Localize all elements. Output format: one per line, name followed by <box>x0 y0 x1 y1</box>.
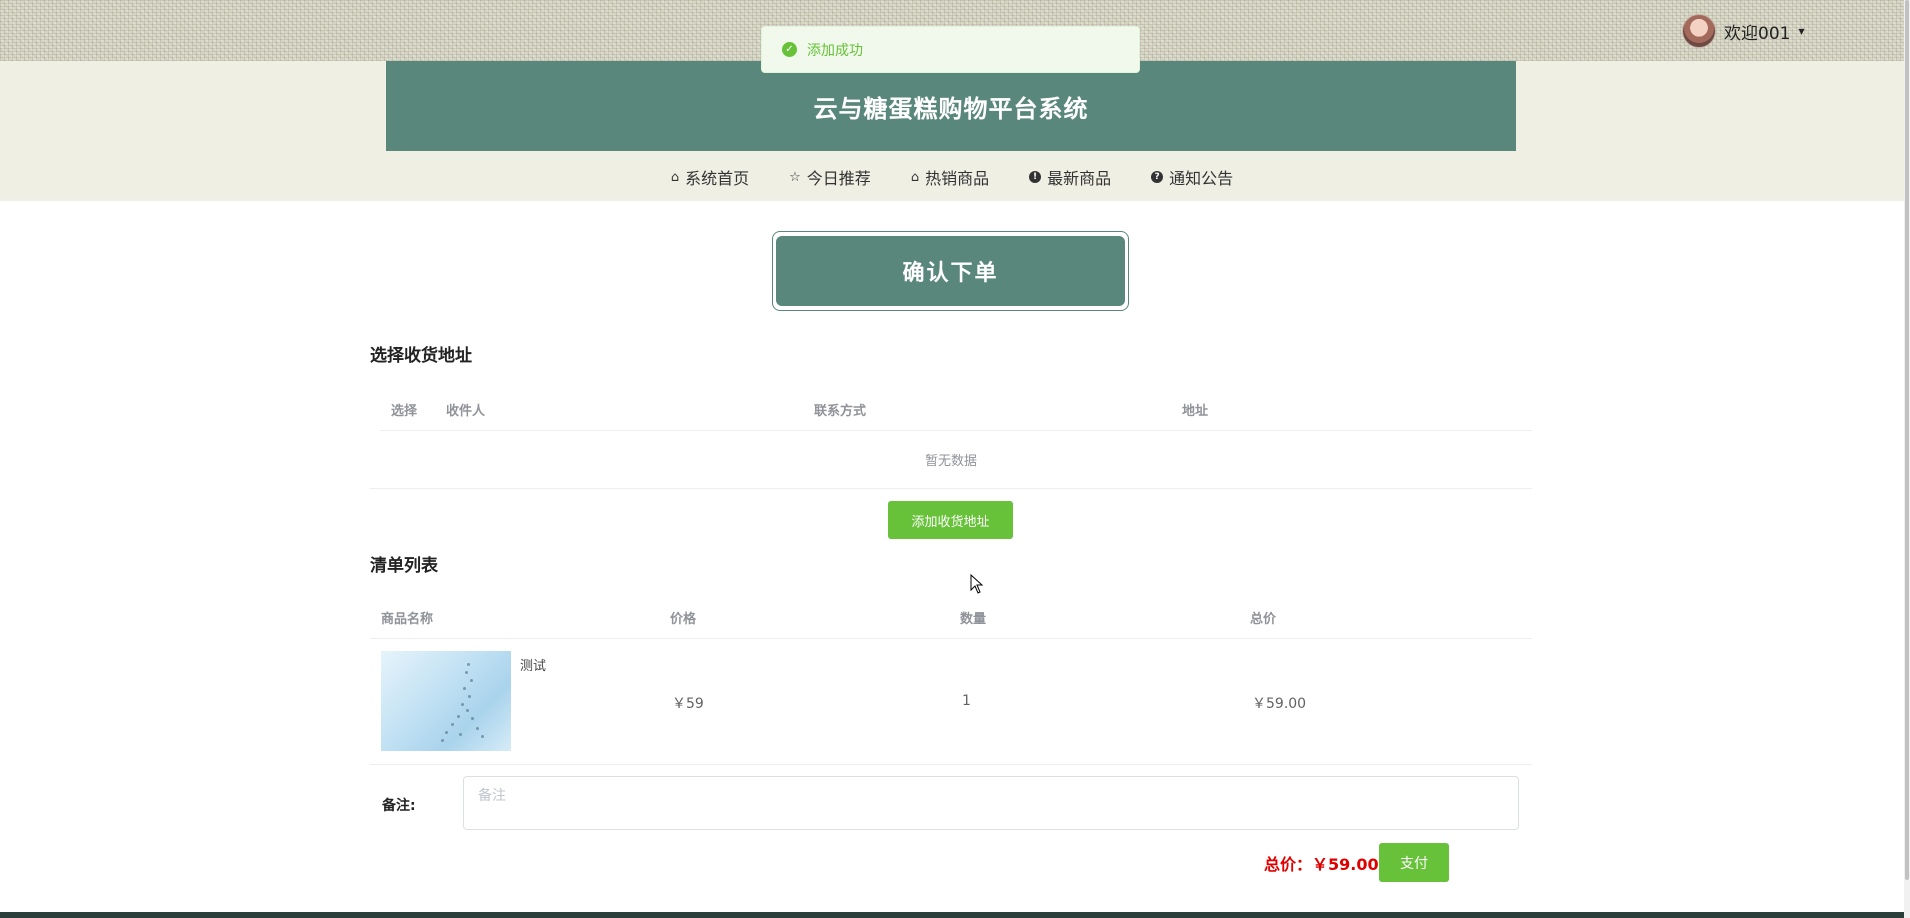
nav-item-label[interactable]: 系统首页 <box>685 165 749 189</box>
items-table-header: 商品名称 价格 数量 总价 <box>370 596 1532 639</box>
nav-item-label[interactable]: 通知公告 <box>1169 165 1233 189</box>
product-subtotal: ￥59.00 <box>1252 696 1307 712</box>
column-header: 数量 <box>960 612 987 627</box>
column-header: 收件人 <box>446 404 486 419</box>
confirm-title: 确认下单 <box>902 261 999 286</box>
avatar[interactable] <box>1682 14 1716 48</box>
caret-down-icon[interactable]: ▾ <box>1798 24 1804 38</box>
items-section-title: 清单列表 <box>370 556 438 576</box>
site-title: 云与糖蛋糕购物平台系统 <box>813 94 1089 123</box>
table-row: 测试 ￥59 1 ￥59.00 <box>370 639 1532 765</box>
product-quantity: 1 <box>962 693 971 709</box>
address-section-title: 选择收货地址 <box>370 346 472 366</box>
title-bar: 云与糖蛋糕购物平台系统 <box>386 61 1516 151</box>
column-header: 联系方式 <box>814 404 867 419</box>
address-table-header: 选择 收件人 联系方式 地址 <box>380 388 1532 431</box>
footer-bar <box>0 912 1904 918</box>
nav-item-home[interactable]: ⌂ 系统首页 <box>671 165 749 189</box>
column-header: 价格 <box>670 612 697 627</box>
scrollbar-thumb[interactable] <box>1905 0 1909 880</box>
nav-item-new[interactable]: ! 最新商品 <box>1029 165 1111 189</box>
check-circle-icon: ✓ <box>782 42 797 57</box>
nav-item-recommend[interactable]: ☆ 今日推荐 <box>789 165 871 189</box>
star-icon: ☆ <box>789 169 801 185</box>
product-image[interactable] <box>381 651 511 751</box>
nav-item-label[interactable]: 今日推荐 <box>807 165 871 189</box>
bag-icon: ⌂ <box>910 169 920 185</box>
nav-item-label[interactable]: 最新商品 <box>1047 165 1111 189</box>
confirm-banner: 确认下单 <box>776 236 1125 306</box>
remark-textarea[interactable] <box>463 776 1519 830</box>
main-nav: ⌂ 系统首页 ☆ 今日推荐 ⌂ 热销商品 ! 最新商品 ? 通知公告 <box>0 158 1904 196</box>
product-name[interactable]: 测试 <box>520 655 546 674</box>
nav-item-hot[interactable]: ⌂ 热销商品 <box>911 165 989 189</box>
user-menu[interactable]: 欢迎001 ▾ <box>1682 14 1804 48</box>
column-header: 商品名称 <box>381 612 434 627</box>
home-icon: ⌂ <box>670 169 680 185</box>
success-toast: ✓ 添加成功 <box>761 26 1140 73</box>
total-price: 总价：￥59.00 <box>1264 855 1379 874</box>
nav-item-label[interactable]: 热销商品 <box>925 165 989 189</box>
add-address-button[interactable]: 添加收货地址 <box>888 501 1013 539</box>
product-price: ￥59 <box>672 696 704 712</box>
pay-button[interactable]: 支付 <box>1379 843 1449 882</box>
question-circle-icon: ? <box>1151 171 1164 183</box>
remark-label: 备注: <box>382 798 416 814</box>
toast-message: 添加成功 <box>807 42 863 59</box>
mouse-cursor-icon <box>970 574 984 594</box>
nav-item-notice[interactable]: ? 通知公告 <box>1151 165 1233 189</box>
empty-text: 暂无数据 <box>924 453 977 469</box>
column-header: 选择 <box>391 404 418 419</box>
info-circle-icon: ! <box>1029 171 1042 183</box>
address-empty-row: 暂无数据 <box>370 430 1532 489</box>
user-greeting[interactable]: 欢迎001 <box>1724 19 1790 44</box>
column-header: 地址 <box>1182 404 1209 419</box>
column-header: 总价 <box>1250 612 1277 627</box>
